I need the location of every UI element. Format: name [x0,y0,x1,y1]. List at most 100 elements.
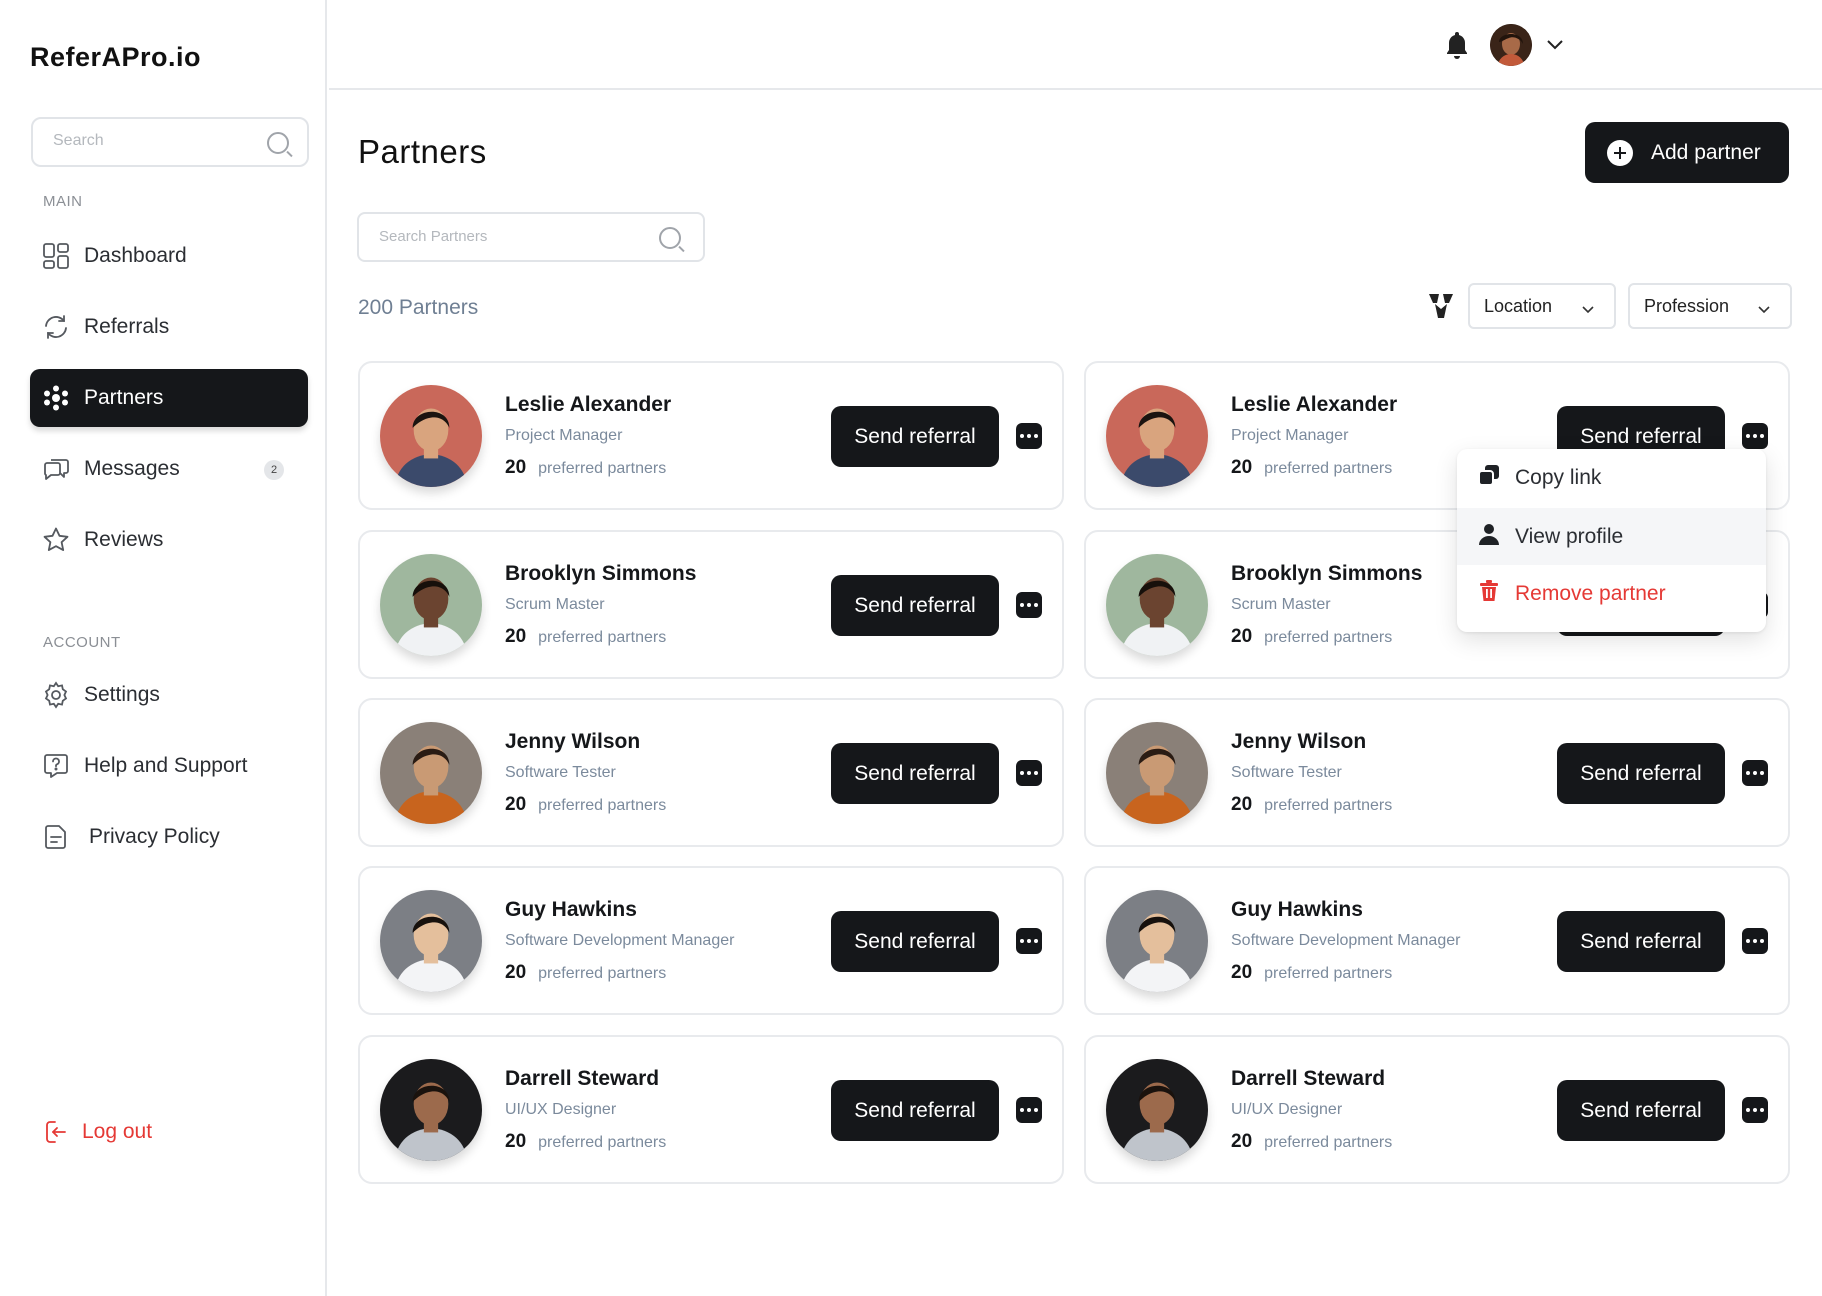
sidebar-item-privacy[interactable]: Privacy Policy [30,808,308,866]
sidebar-search[interactable] [31,117,309,167]
menu-item-remove-partner[interactable]: Remove partner [1457,565,1766,622]
partner-name[interactable]: Leslie Alexander [505,393,671,417]
partner-role: Project Manager [505,427,623,444]
partner-role: Software Development Manager [1231,932,1461,949]
user-avatar[interactable] [1490,24,1532,66]
partner-avatar[interactable] [1106,385,1208,487]
send-referral-button[interactable]: Send referral [831,575,999,636]
messages-count-badge: 2 [264,460,284,480]
partner-role: Software Tester [505,764,616,781]
preferred-label: preferred partners [1264,629,1393,646]
partner-name[interactable]: Leslie Alexander [1231,393,1397,417]
preferred-count: 20 [505,1131,527,1152]
send-referral-button[interactable]: Send referral [831,406,999,467]
location-filter-dropdown[interactable]: Location [1468,283,1616,329]
more-options-icon[interactable] [1742,1097,1768,1123]
more-options-icon[interactable] [1016,423,1042,449]
sidebar-item-label: Dashboard [84,244,187,267]
partners-icon [42,384,70,412]
preferred-partners: 20 preferred partners [1231,794,1392,816]
partner-role: Scrum Master [1231,596,1331,613]
partner-avatar[interactable] [380,554,482,656]
partner-avatar[interactable] [380,890,482,992]
more-options-icon[interactable] [1742,423,1768,449]
app-logo: ReferAPro.io [30,42,202,72]
more-options-icon[interactable] [1016,1097,1042,1123]
preferred-count: 20 [1231,794,1253,815]
partner-card: Darrell Steward UI/UX Designer 20 preferred… [358,1035,1064,1184]
sidebar-item-partners[interactable]: Partners [30,369,308,427]
partner-role: Software Tester [1231,764,1342,781]
sidebar-item-settings[interactable]: Settings [30,666,308,724]
partner-avatar[interactable] [1106,554,1208,656]
send-referral-button[interactable]: Send referral [1557,911,1725,972]
partner-avatar[interactable] [1106,1059,1208,1161]
send-referral-button[interactable]: Send referral [831,1080,999,1141]
send-referral-button[interactable]: Send referral [1557,1080,1725,1141]
preferred-count: 20 [505,794,527,815]
preferred-label: preferred partners [538,460,667,477]
partners-search[interactable] [357,212,705,262]
bell-icon[interactable] [1444,30,1470,60]
profession-filter-dropdown[interactable]: Profession [1628,283,1792,329]
chevron-down-icon [1758,301,1770,314]
partner-name[interactable]: Brooklyn Simmons [505,562,696,586]
preferred-count: 20 [505,626,527,647]
preferred-partners: 20 preferred partners [505,962,666,984]
partner-avatar[interactable] [380,722,482,824]
user-icon [1477,522,1501,551]
more-options-icon[interactable] [1016,928,1042,954]
partners-search-input[interactable] [379,228,639,245]
preferred-count: 20 [505,457,527,478]
menu-item-view-profile[interactable]: View profile [1457,508,1766,565]
preferred-count: 20 [1231,1131,1253,1152]
sidebar-item-messages[interactable]: Messages 2 [30,440,308,498]
preferred-label: preferred partners [538,629,667,646]
menu-item-copy-link[interactable]: Copy link [1457,449,1766,506]
partner-avatar[interactable] [380,385,482,487]
more-options-icon[interactable] [1742,760,1768,786]
send-referral-button[interactable]: Send referral [1557,743,1725,804]
logout-button[interactable]: Log out [42,1118,152,1146]
partner-name[interactable]: Brooklyn Simmons [1231,562,1422,586]
sidebar-item-help[interactable]: Help and Support [30,737,308,795]
partner-card: Jenny Wilson Software Tester 20 preferred p… [358,698,1064,847]
chevron-down-icon[interactable] [1546,36,1563,52]
partner-card: Leslie Alexander Project Manager 20 preferr… [358,361,1064,510]
sidebar-item-label: Messages [84,457,180,480]
preferred-label: preferred partners [538,965,667,982]
sidebar-item-label: Partners [84,386,164,409]
partner-avatar[interactable] [1106,890,1208,992]
partner-role: UI/UX Designer [505,1101,617,1118]
partner-name[interactable]: Guy Hawkins [505,898,637,922]
more-options-icon[interactable] [1016,760,1042,786]
partner-avatar[interactable] [380,1059,482,1161]
partner-name[interactable]: Darrell Steward [505,1067,659,1091]
more-options-icon[interactable] [1742,928,1768,954]
send-referral-button[interactable]: Send referral [831,911,999,972]
partner-name[interactable]: Darrell Steward [1231,1067,1385,1091]
filter-icon[interactable] [1428,292,1454,320]
sidebar-item-dashboard[interactable]: Dashboard [30,227,308,285]
partner-card: Guy Hawkins Software Development Manager 2… [358,866,1064,1015]
partner-role: Scrum Master [505,596,605,613]
preferred-count: 20 [1231,457,1253,478]
partner-name[interactable]: Jenny Wilson [1231,730,1366,754]
preferred-label: preferred partners [1264,1134,1393,1151]
sidebar-item-referrals[interactable]: Referrals [30,298,308,356]
plus-circle-icon [1607,139,1633,166]
partner-name[interactable]: Jenny Wilson [505,730,640,754]
partner-context-menu: Copy link View profile Remove partner [1457,449,1766,632]
add-partner-button[interactable]: Add partner [1585,122,1789,183]
partner-name[interactable]: Guy Hawkins [1231,898,1363,922]
partner-role: Project Manager [1231,427,1349,444]
sidebar-search-input[interactable] [53,132,253,150]
sidebar-item-reviews[interactable]: Reviews [30,511,308,569]
top-bar [329,0,1822,90]
more-options-icon[interactable] [1016,592,1042,618]
menu-item-label: Copy link [1515,465,1602,489]
send-referral-button[interactable]: Send referral [831,743,999,804]
trash-icon [1477,579,1501,608]
partner-avatar[interactable] [1106,722,1208,824]
logout-label: Log out [82,1120,153,1143]
